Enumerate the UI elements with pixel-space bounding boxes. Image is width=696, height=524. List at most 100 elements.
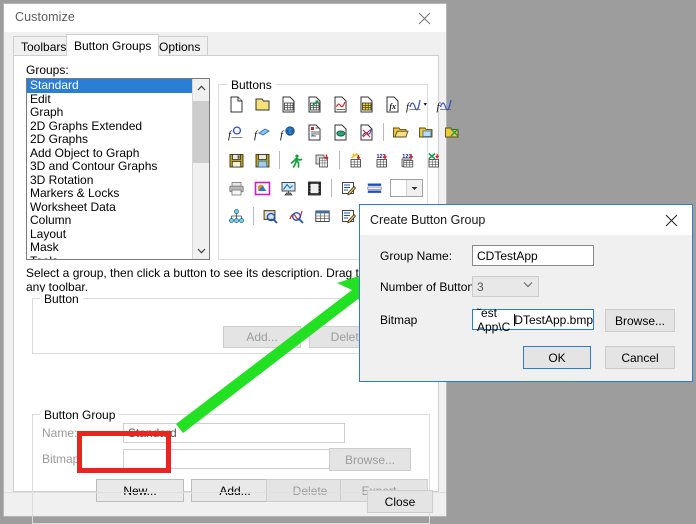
list-item[interactable]: Mask bbox=[27, 241, 192, 255]
close-button-label: Close bbox=[385, 495, 416, 509]
delete-button-label: Delete bbox=[293, 484, 328, 498]
list-item[interactable]: 2D Graphs bbox=[27, 133, 192, 147]
tab-options[interactable]: Options bbox=[151, 36, 208, 56]
list-item[interactable]: Worksheet Data bbox=[27, 201, 192, 215]
groups-listbox[interactable]: Standard Edit Graph 2D Graphs Extended 2… bbox=[26, 78, 210, 260]
function-plot-icon[interactable]: f bbox=[431, 91, 457, 117]
open-template-icon[interactable] bbox=[413, 119, 439, 145]
import-wizard-icon[interactable] bbox=[301, 91, 327, 117]
zoom-in-icon[interactable] bbox=[257, 203, 283, 229]
close-button[interactable]: Close bbox=[367, 490, 433, 513]
dialog-number-of-buttons-select[interactable]: 3 bbox=[472, 276, 539, 297]
new-graph-icon[interactable] bbox=[327, 91, 353, 117]
dialog-browse-label: Browse... bbox=[615, 314, 665, 328]
new-button-label: New... bbox=[123, 484, 156, 498]
open-folder-icon[interactable] bbox=[249, 91, 275, 117]
button-row: fx f f bbox=[223, 90, 423, 118]
button-add-button[interactable]: Add... bbox=[223, 326, 301, 348]
new-layout-icon[interactable] bbox=[327, 119, 353, 145]
save-project-icon[interactable] bbox=[223, 147, 249, 173]
hierarchy-icon[interactable] bbox=[223, 203, 249, 229]
new-3d-function-icon[interactable]: f bbox=[249, 119, 275, 145]
list-item[interactable]: Layout bbox=[27, 228, 192, 242]
dialog-ok-label: OK bbox=[548, 351, 565, 365]
data-reader-icon[interactable] bbox=[283, 203, 309, 229]
toolbar-separator bbox=[379, 122, 387, 142]
chevron-down-icon[interactable] bbox=[193, 242, 210, 259]
dialog-cancel-button[interactable]: Cancel bbox=[605, 346, 675, 369]
button-row: f f f bbox=[223, 118, 423, 146]
open-icon[interactable] bbox=[387, 119, 413, 145]
new-project-icon[interactable] bbox=[223, 91, 249, 117]
open-excel-icon[interactable] bbox=[439, 119, 465, 145]
import-excel-icon[interactable] bbox=[421, 147, 447, 173]
annotation-icon[interactable] bbox=[335, 175, 361, 201]
group-name-label: Name: bbox=[42, 426, 77, 440]
layer-contents-icon[interactable] bbox=[361, 175, 387, 201]
list-item[interactable]: Add Object to Graph bbox=[27, 147, 192, 161]
tab-options-label: Options bbox=[159, 40, 200, 54]
list-item[interactable]: Tools bbox=[27, 255, 192, 261]
groups-scrollbar[interactable] bbox=[192, 79, 209, 259]
list-item[interactable]: Edit bbox=[27, 93, 192, 107]
new-button[interactable]: New... bbox=[96, 479, 184, 502]
new-matrix-icon[interactable] bbox=[353, 91, 379, 117]
dialog-group-name-input[interactable]: CDTestApp bbox=[472, 245, 594, 266]
list-item[interactable]: 2D Graphs Extended bbox=[27, 120, 192, 134]
close-icon[interactable] bbox=[650, 205, 692, 235]
dialog-bitmap-value-pre: ˜est App\C bbox=[477, 306, 515, 334]
add-button-label: Add... bbox=[219, 484, 250, 498]
export-video-icon[interactable] bbox=[301, 175, 327, 201]
new-function-icon[interactable]: fx bbox=[379, 91, 405, 117]
dialog-bitmap-label: Bitmap bbox=[380, 313, 417, 327]
list-item[interactable]: 3D Rotation bbox=[27, 174, 192, 188]
new-3d-parametric-icon[interactable]: f bbox=[275, 119, 301, 145]
duplicate-icon[interactable] bbox=[309, 147, 335, 173]
groups-label: Groups: bbox=[26, 63, 69, 77]
toolbar-separator bbox=[335, 150, 343, 170]
toolbar-separator bbox=[275, 150, 283, 170]
group-browse-label: Browse... bbox=[345, 453, 395, 467]
screenshot-root: Customize Toolbars Button Groups Options… bbox=[0, 0, 696, 520]
chevron-down-icon[interactable] bbox=[523, 281, 533, 290]
create-button-group-dialog: Create Button Group Group Name: CDTestAp… bbox=[359, 204, 693, 382]
close-icon[interactable] bbox=[402, 4, 446, 32]
layer-combo[interactable] bbox=[390, 179, 423, 197]
list-item[interactable]: Standard bbox=[27, 79, 192, 93]
chevron-up-icon[interactable] bbox=[193, 79, 210, 96]
chevron-down-icon[interactable] bbox=[406, 180, 422, 196]
dialog-bitmap-input[interactable]: ˜est App\CDTestApp.bmp bbox=[472, 309, 594, 330]
save-template-icon[interactable] bbox=[249, 147, 275, 173]
dialog-browse-button[interactable]: Browse... bbox=[605, 309, 675, 332]
dialog-number-of-buttons-value: 3 bbox=[477, 280, 484, 294]
notes-edit-icon[interactable] bbox=[335, 203, 361, 229]
run-script-icon[interactable] bbox=[283, 147, 309, 173]
worksheet-icon[interactable] bbox=[309, 203, 335, 229]
function-plot-dropdown-icon[interactable]: f bbox=[405, 91, 431, 117]
send-graph-icon[interactable] bbox=[275, 175, 301, 201]
button-groupbox-title: Button bbox=[40, 292, 83, 306]
import-wizard2-icon[interactable] bbox=[343, 147, 369, 173]
list-item[interactable]: Markers & Locks bbox=[27, 187, 192, 201]
export-graph-icon[interactable] bbox=[249, 175, 275, 201]
list-item[interactable]: 3D and Contour Graphs bbox=[27, 160, 192, 174]
import-multiple-ascii-icon[interactable]: 123 bbox=[395, 147, 421, 173]
import-single-ascii-icon[interactable]: 123 bbox=[369, 147, 395, 173]
new-workbook-icon[interactable] bbox=[275, 91, 301, 117]
print-icon[interactable] bbox=[223, 175, 249, 201]
svg-text:f: f bbox=[254, 129, 259, 141]
new-excel-icon[interactable] bbox=[353, 119, 379, 145]
list-item[interactable]: Graph bbox=[27, 106, 192, 120]
customize-titlebar: Customize bbox=[4, 4, 446, 32]
tab-button-groups[interactable]: Button Groups bbox=[66, 34, 159, 56]
tab-button-groups-label: Button Groups bbox=[74, 39, 151, 53]
new-notes-icon[interactable] bbox=[301, 119, 327, 145]
create-dialog-titlebar: Create Button Group bbox=[360, 205, 692, 235]
list-item[interactable]: Column bbox=[27, 214, 192, 228]
dialog-ok-button[interactable]: OK bbox=[523, 346, 591, 369]
dialog-group-name-label: Group Name: bbox=[380, 249, 452, 263]
svg-text:fx: fx bbox=[389, 102, 396, 111]
new-function-plot-icon[interactable]: f bbox=[223, 119, 249, 145]
group-browse-button[interactable]: Browse... bbox=[329, 448, 411, 471]
scrollbar-thumb[interactable] bbox=[193, 101, 210, 163]
